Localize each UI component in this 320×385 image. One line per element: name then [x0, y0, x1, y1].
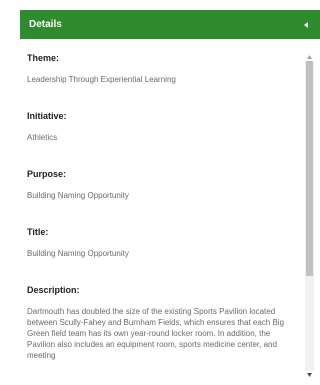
theme-label: Theme: [27, 53, 60, 63]
theme-value: Leadership Through Experiential Learning [27, 75, 176, 84]
panel-body: Theme: Leadership Through Experiential L… [20, 39, 320, 385]
vertical-scrollbar[interactable] [305, 53, 314, 379]
initiative-value: Athletics [27, 133, 58, 142]
initiative-label: Initiative: [27, 111, 67, 121]
description-label: Description: [27, 285, 80, 295]
title-label: Title: [27, 227, 49, 237]
scroll-down-button[interactable] [305, 371, 314, 379]
description-value: Dartmouth has doubled the size of the ex… [27, 307, 285, 360]
title-value: Building Naming Opportunity [27, 249, 129, 258]
panel-title: Details [29, 19, 62, 30]
collapse-button[interactable] [300, 19, 312, 31]
scrollbar-track[interactable] [305, 61, 314, 371]
scroll-down-arrow-icon [307, 373, 312, 377]
details-panel: Details Theme: Leadership Through Experi… [20, 10, 320, 385]
purpose-value: Building Naming Opportunity [27, 191, 129, 200]
chevron-left-icon [303, 21, 308, 28]
scroll-up-arrow-icon [307, 55, 312, 59]
purpose-label: Purpose: [27, 169, 67, 179]
scroll-up-button[interactable] [305, 53, 314, 61]
panel-header: Details [20, 10, 320, 39]
scrollbar-thumb[interactable] [306, 61, 313, 276]
